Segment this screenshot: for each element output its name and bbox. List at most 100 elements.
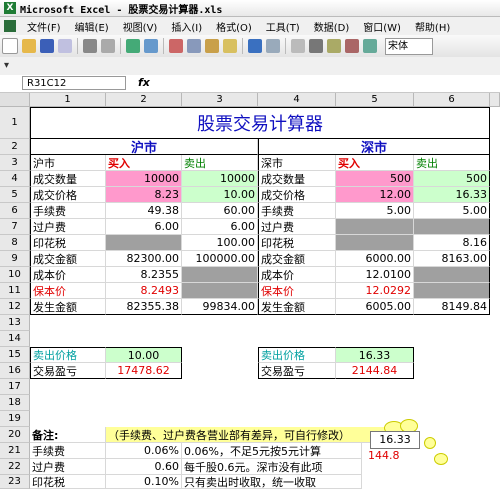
sort-descending-icon[interactable] <box>345 39 359 53</box>
open-icon[interactable] <box>22 39 36 53</box>
sz-sell-commission[interactable]: 5.00 <box>414 203 490 219</box>
menu-help[interactable]: 帮助(H) <box>408 19 457 34</box>
sh-buy-amount[interactable]: 82300.00 <box>106 251 182 267</box>
sh-sell-cost-price[interactable] <box>182 267 258 283</box>
sh-market-header[interactable]: 沪市 <box>30 139 258 155</box>
fee-label-stamp[interactable]: 印花税 <box>30 475 106 489</box>
row-header-3[interactable]: 3 <box>0 155 30 171</box>
sz-sell-cost-price[interactable] <box>414 267 490 283</box>
print-icon[interactable] <box>83 39 97 53</box>
fee-label-commission[interactable]: 手续费 <box>30 443 106 459</box>
fee-label-transfer[interactable]: 过户费 <box>30 459 106 475</box>
document-icon[interactable] <box>4 20 16 32</box>
spelling-icon[interactable] <box>126 39 140 53</box>
column-header-3[interactable]: 3 <box>182 93 258 107</box>
row-header-21[interactable]: 21 <box>0 443 30 459</box>
sh-buy-stamp-tax[interactable] <box>106 235 182 251</box>
sz-label-stamp-tax[interactable]: 印花税 <box>258 235 336 251</box>
sh-label-amount[interactable]: 成交金额 <box>30 251 106 267</box>
row-header-2[interactable]: 2 <box>0 139 30 155</box>
row-header-16[interactable]: 16 <box>0 363 30 379</box>
font-name-box[interactable]: 宋体 <box>385 37 433 55</box>
sh-label-price[interactable]: 成交价格 <box>30 187 106 203</box>
row-header-7[interactable]: 7 <box>0 219 30 235</box>
sh-profit-label[interactable]: 交易盈亏 <box>30 363 106 379</box>
new-icon[interactable] <box>2 38 18 54</box>
autosum-icon[interactable] <box>309 39 323 53</box>
menu-tools[interactable]: 工具(T) <box>259 19 307 34</box>
remarks-label[interactable]: 备注: <box>30 427 106 443</box>
format-painter-icon[interactable] <box>223 39 237 53</box>
save-icon[interactable] <box>40 39 54 53</box>
paste-icon[interactable] <box>205 39 219 53</box>
sz-buy-stamp-tax[interactable] <box>336 235 414 251</box>
cut-icon[interactable] <box>169 39 183 53</box>
print-preview-icon[interactable] <box>101 39 115 53</box>
sz-buy-cost-price[interactable]: 12.0100 <box>336 267 414 283</box>
sz-target-sell-price[interactable]: 16.33 <box>336 347 414 363</box>
toolbar-options-icon[interactable]: ▾ <box>4 60 16 72</box>
sh-buy-total[interactable]: 82355.38 <box>106 299 182 315</box>
row-header-23[interactable]: 23 <box>0 475 30 489</box>
sh-label-commission[interactable]: 手续费 <box>30 203 106 219</box>
row-header-8[interactable]: 8 <box>0 235 30 251</box>
sz-buy-header[interactable]: 买入 <box>336 155 414 171</box>
row-header-18[interactable]: 18 <box>0 395 30 411</box>
row-header-20[interactable]: 20 <box>0 427 30 443</box>
row-header-14[interactable]: 14 <box>0 331 30 347</box>
sz-market-header[interactable]: 深市 <box>258 139 490 155</box>
row-header-4[interactable]: 4 <box>0 171 30 187</box>
sz-sell-breakeven[interactable] <box>414 283 490 299</box>
row-header-5[interactable]: 5 <box>0 187 30 203</box>
sh-buy-commission[interactable]: 49.38 <box>106 203 182 219</box>
sz-label-amount[interactable]: 成交金额 <box>258 251 336 267</box>
fee-desc-transfer[interactable]: 每千股0.6元。深市没有此项 <box>182 459 362 475</box>
menu-view[interactable]: 视图(V) <box>116 19 165 34</box>
chart-wizard-icon[interactable] <box>363 39 377 53</box>
sz-buy-amount[interactable]: 6000.00 <box>336 251 414 267</box>
row-header-17[interactable]: 17 <box>0 379 30 395</box>
sh-buy-header[interactable]: 买入 <box>106 155 182 171</box>
sz-sell-total[interactable]: 8149.84 <box>414 299 490 315</box>
sz-profit[interactable]: 2144.84 <box>336 363 414 379</box>
sh-label-breakeven[interactable]: 保本价 <box>30 283 106 299</box>
row-header-15[interactable]: 15 <box>0 347 30 363</box>
menu-insert[interactable]: 插入(I) <box>164 19 209 34</box>
sz-sell-price-label[interactable]: 卖出价格 <box>258 347 336 363</box>
sz-sell-header[interactable]: 卖出 <box>414 155 490 171</box>
sh-sell-quantity[interactable]: 10000 <box>182 171 258 187</box>
sh-buy-cost-price[interactable]: 8.2355 <box>106 267 182 283</box>
sz-label-quantity[interactable]: 成交数量 <box>258 171 336 187</box>
sz-buy-quantity[interactable]: 500 <box>336 171 414 187</box>
sh-sell-stamp-tax[interactable]: 100.00 <box>182 235 258 251</box>
research-icon[interactable] <box>144 39 158 53</box>
menu-window[interactable]: 窗口(W) <box>356 19 408 34</box>
row-header-1[interactable]: 1 <box>0 107 30 139</box>
sz-label-cost-price[interactable]: 成本价 <box>258 267 336 283</box>
sh-sell-transfer-fee[interactable]: 6.00 <box>182 219 258 235</box>
sh-sell-price-label[interactable]: 卖出价格 <box>30 347 106 363</box>
fee-desc-commission[interactable]: 0.06%，不足5元按5元计算 <box>182 443 362 459</box>
row-header-13[interactable]: 13 <box>0 315 30 331</box>
sh-label[interactable]: 沪市 <box>30 155 106 171</box>
sh-target-sell-price[interactable]: 10.00 <box>106 347 182 363</box>
sz-label-transfer-fee[interactable]: 过户费 <box>258 219 336 235</box>
column-header-7[interactable] <box>490 93 500 107</box>
menu-format[interactable]: 格式(O) <box>209 19 259 34</box>
sz-buy-total[interactable]: 6005.00 <box>336 299 414 315</box>
sz-sell-quantity[interactable]: 500 <box>414 171 490 187</box>
sh-buy-breakeven[interactable]: 8.2493 <box>106 283 182 299</box>
row-header-12[interactable]: 12 <box>0 299 30 315</box>
row-header-9[interactable]: 9 <box>0 251 30 267</box>
fee-rate-transfer[interactable]: 0.60 <box>106 459 182 475</box>
sh-label-total[interactable]: 发生金额 <box>30 299 106 315</box>
menu-data[interactable]: 数据(D) <box>307 19 357 34</box>
sz-profit-label[interactable]: 交易盈亏 <box>258 363 336 379</box>
sh-label-stamp-tax[interactable]: 印花税 <box>30 235 106 251</box>
remarks-note[interactable]: （手续费、过户费各营业部有差异，可自行修改） <box>106 427 386 443</box>
fee-desc-stamp[interactable]: 只有卖出时收取，统一收取 <box>182 475 362 489</box>
sh-sell-header[interactable]: 卖出 <box>182 155 258 171</box>
sz-label-price[interactable]: 成交价格 <box>258 187 336 203</box>
column-header-6[interactable]: 6 <box>414 93 490 107</box>
sh-sell-commission[interactable]: 60.00 <box>182 203 258 219</box>
